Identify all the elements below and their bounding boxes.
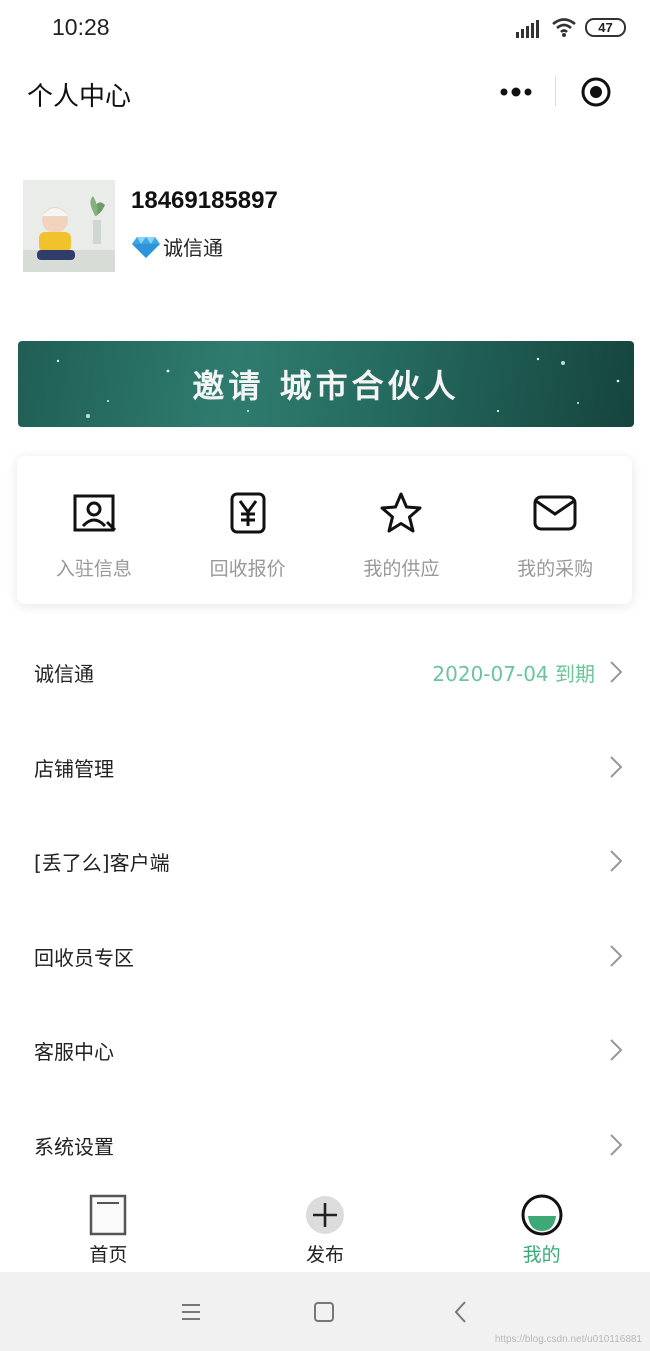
avatar[interactable] xyxy=(23,180,115,272)
quick-action-my-supply[interactable]: 我的供应 xyxy=(325,456,479,604)
menu-label: 客服中心 xyxy=(34,1040,114,1065)
smile-icon xyxy=(521,1194,563,1236)
signal-icon xyxy=(516,20,539,38)
battery-indicator: 47 xyxy=(585,18,626,37)
id-card-icon xyxy=(73,494,116,532)
menu-label: 诚信通 xyxy=(34,662,94,686)
target-close-icon xyxy=(581,77,611,107)
menu-item-customer-service[interactable]: 客服中心 xyxy=(0,1000,650,1095)
membership-label: 诚信通 xyxy=(163,236,223,260)
mail-icon xyxy=(533,495,577,531)
quick-action-label: 我的采购 xyxy=(517,558,594,580)
menu-label: [丢了么]客户端 xyxy=(34,851,170,876)
plus-icon xyxy=(306,1196,344,1234)
tab-label: 发布 xyxy=(306,1244,345,1266)
system-nav-bar: https://blog.csdn.net/u010116881 xyxy=(0,1272,650,1351)
phone-number: 18469185897 xyxy=(131,187,278,214)
more-dots-icon xyxy=(500,87,532,97)
quick-actions-card: 入驻信息 回收报价 我的供应 我的采购 xyxy=(17,456,632,604)
home-icon xyxy=(90,1194,127,1236)
avatar-photo xyxy=(23,180,115,272)
quick-action-label: 入驻信息 xyxy=(55,558,132,580)
status-time: 10:28 xyxy=(52,14,110,40)
quick-action-settlement-info[interactable]: 入驻信息 xyxy=(17,456,171,604)
partner-banner[interactable]: 邀请 城市合伙人 xyxy=(18,341,634,427)
menu-item-credit-pass[interactable]: 诚信通 2020-07-04 到期 xyxy=(0,622,650,717)
chevron-right-icon xyxy=(610,1039,623,1062)
menu-label: 回收员专区 xyxy=(34,945,134,970)
menu-label: 店铺管理 xyxy=(34,756,114,781)
tab-home[interactable]: 首页 xyxy=(0,1185,217,1272)
wifi-icon xyxy=(552,18,576,37)
menu-item-system-settings[interactable]: 系统设置 xyxy=(0,1095,650,1190)
profile-header: 18469185897 诚信通 xyxy=(0,170,650,290)
menu-item-client-app[interactable]: [丢了么]客户端 xyxy=(0,811,650,906)
chevron-right-icon xyxy=(610,945,623,967)
mini-program-capsule xyxy=(476,72,636,128)
menu-list: 诚信通 2020-07-04 到期 店铺管理 [丢了么]客户端 回收员专区 客服… xyxy=(0,622,650,1190)
diamond-icon xyxy=(132,236,160,258)
menu-label: 系统设置 xyxy=(34,1134,114,1159)
title-bar: 个人中心 xyxy=(0,56,650,128)
yen-icon xyxy=(230,492,266,534)
menu-item-store-management[interactable]: 店铺管理 xyxy=(0,717,650,812)
back-icon[interactable] xyxy=(448,1299,474,1325)
menu-icon[interactable] xyxy=(178,1299,204,1325)
page-title: 个人中心 xyxy=(27,82,132,112)
tab-publish[interactable]: 发布 xyxy=(217,1185,434,1272)
chevron-right-icon xyxy=(610,1134,623,1156)
tab-mine[interactable]: 我的 xyxy=(433,1185,650,1272)
tab-bar: 首页 发布 我的 xyxy=(0,1185,650,1272)
chevron-right-icon xyxy=(610,755,623,778)
more-button[interactable] xyxy=(476,72,556,112)
star-icon xyxy=(380,492,422,533)
close-button[interactable] xyxy=(556,72,636,112)
quick-action-label: 回收报价 xyxy=(209,558,286,580)
chevron-right-icon xyxy=(610,661,623,683)
watermark: https://blog.csdn.net/u010116881 xyxy=(494,1334,642,1345)
menu-item-recycler-zone[interactable]: 回收员专区 xyxy=(0,906,650,1001)
tab-label: 首页 xyxy=(89,1244,128,1266)
status-bar: 10:28 47 xyxy=(0,0,650,56)
chevron-right-icon xyxy=(610,850,623,872)
quick-action-label: 我的供应 xyxy=(363,558,440,580)
quick-action-my-purchase[interactable]: 我的采购 xyxy=(478,456,632,604)
quick-action-recycle-quote[interactable]: 回收报价 xyxy=(171,456,325,604)
home-square-icon[interactable] xyxy=(311,1299,337,1325)
expiry-date: 2020-07-04 到期 xyxy=(432,662,595,686)
membership-badge: 诚信通 xyxy=(131,232,223,261)
tab-label: 我的 xyxy=(522,1244,561,1266)
banner-text: 邀请 城市合伙人 xyxy=(192,367,460,405)
